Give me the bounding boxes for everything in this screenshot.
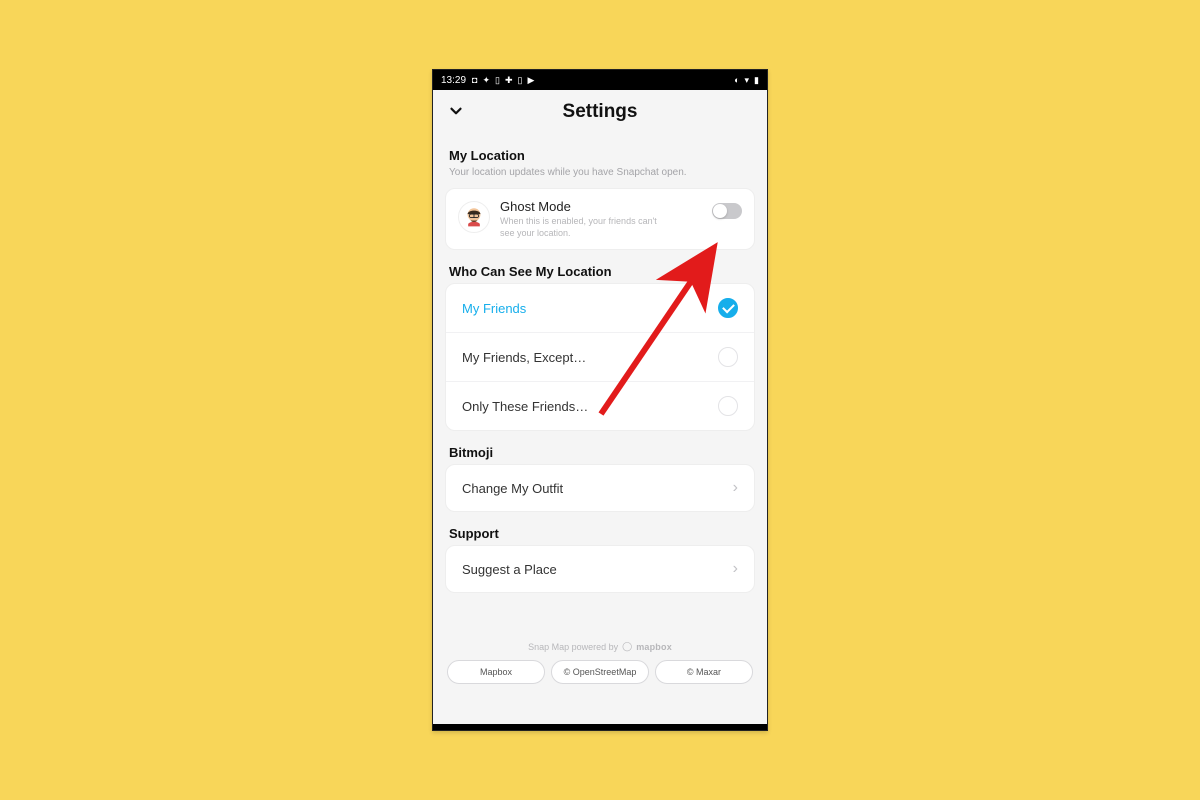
section-title-bitmoji: Bitmoji [445,445,755,460]
status-bar: 13:29 ◘ ✦ ▯ ✚ ▯ ▶ ◐ ▾ ▮ [433,70,767,90]
chevron-right-icon: › [733,560,738,578]
status-notif-icons: ◘ ✦ ▯ ✚ ▯ ▶ [472,75,534,86]
mapbox-logo-icon: ◯ [622,641,632,652]
footer-powered-label: Snap Map powered by [528,642,618,652]
footer-pill-osm[interactable]: © OpenStreetMap [551,660,649,684]
android-nav-bar [433,724,767,730]
visibility-option-label: My Friends [462,301,526,316]
section-sub-location: Your location updates while you have Sna… [445,167,755,178]
suggest-place-label: Suggest a Place [462,562,557,577]
visibility-option-label: My Friends, Except… [462,350,586,365]
phone2-icon: ▯ [518,75,523,86]
visibility-option-only[interactable]: Only These Friends… [446,382,754,430]
section-title-support: Support [445,526,755,541]
bitmoji-card: Change My Outfit › [445,464,755,512]
ghost-mode-title: Ghost Mode [500,199,702,214]
ghost-mode-toggle[interactable] [712,203,742,219]
cluster-icon: ✚ [505,75,513,86]
dnd-icon: ◐ [734,75,739,85]
suggest-place-row[interactable]: Suggest a Place › [446,546,754,592]
ghost-mode-desc: When this is enabled, your friends can't… [500,216,670,239]
radio-icon [718,396,738,416]
chevron-right-icon: › [733,479,738,497]
checkmark-icon [718,298,738,318]
ghost-mode-card: Ghost Mode When this is enabled, your fr… [445,188,755,250]
status-time: 13:29 [441,75,466,86]
visibility-option-label: Only These Friends… [462,399,588,414]
settings-header: Settings [433,90,767,134]
bitmoji-avatar-icon [458,201,490,233]
footer-pill-maxar[interactable]: © Maxar [655,660,753,684]
footer-brand: mapbox [636,642,672,652]
visibility-list: My Friends My Friends, Except… Only Thes… [445,283,755,431]
footer-pill-row: Mapbox © OpenStreetMap © Maxar [445,660,755,684]
footer-pill-mapbox[interactable]: Mapbox [447,660,545,684]
shield-icon: ◘ [472,75,477,85]
support-card: Suggest a Place › [445,545,755,593]
wifi-icon: ▾ [745,75,750,86]
bell-icon: ✦ [482,75,490,86]
section-title-visibility: Who Can See My Location [445,264,755,279]
change-outfit-row[interactable]: Change My Outfit › [446,465,754,511]
play-icon: ▶ [527,75,534,86]
phone-icon: ▯ [495,75,500,86]
footer-attribution: Snap Map powered by ◯ mapbox [445,641,755,652]
battery-icon: ▮ [754,75,759,86]
change-outfit-label: Change My Outfit [462,481,563,496]
phone-frame: 13:29 ◘ ✦ ▯ ✚ ▯ ▶ ◐ ▾ ▮ Settings My Loca… [432,69,768,731]
back-chevron-icon[interactable] [447,102,465,125]
visibility-option-except[interactable]: My Friends, Except… [446,333,754,382]
radio-icon [718,347,738,367]
visibility-option-my-friends[interactable]: My Friends [446,284,754,333]
section-title-location: My Location [445,148,755,163]
page-title: Settings [563,101,638,123]
